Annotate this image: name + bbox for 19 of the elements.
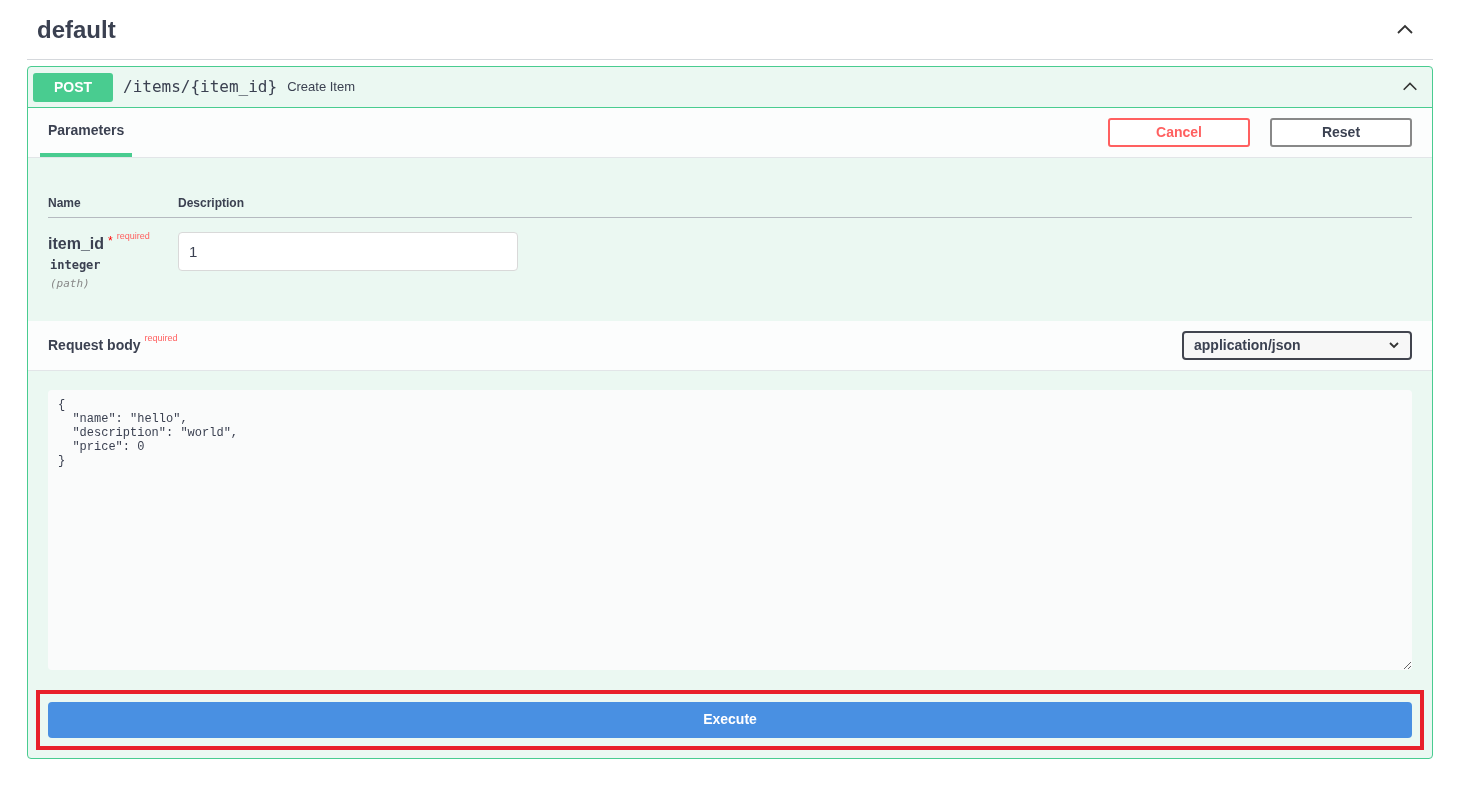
parameter-name: item_id — [48, 234, 104, 254]
content-type-select[interactable]: application/json — [1182, 330, 1412, 360]
method-badge: POST — [33, 72, 113, 102]
chevron-down-icon — [1388, 341, 1400, 349]
required-asterisk: * — [108, 233, 113, 250]
operation-summary: Create Item — [287, 78, 357, 97]
endpoint-path: /items/{item_id} — [123, 76, 278, 98]
section-title[interactable]: default — [37, 11, 116, 48]
required-label: required — [116, 230, 150, 243]
required-label: required — [144, 331, 178, 345]
parameter-type: integer — [50, 257, 102, 274]
request-body-title: Request body — [48, 335, 141, 355]
column-header: Description — [178, 194, 244, 212]
parameter-location: (path) — [50, 276, 91, 292]
reset-button[interactable]: Reset — [1270, 118, 1412, 147]
parameters-tab[interactable]: Parameters — [40, 107, 133, 157]
request-body-editor[interactable]: { "name": "hello", "description": "world", "price": 0 } — [48, 389, 1412, 670]
column-header: Name — [48, 194, 82, 212]
item-id-input-field[interactable]: 1 — [178, 232, 518, 271]
